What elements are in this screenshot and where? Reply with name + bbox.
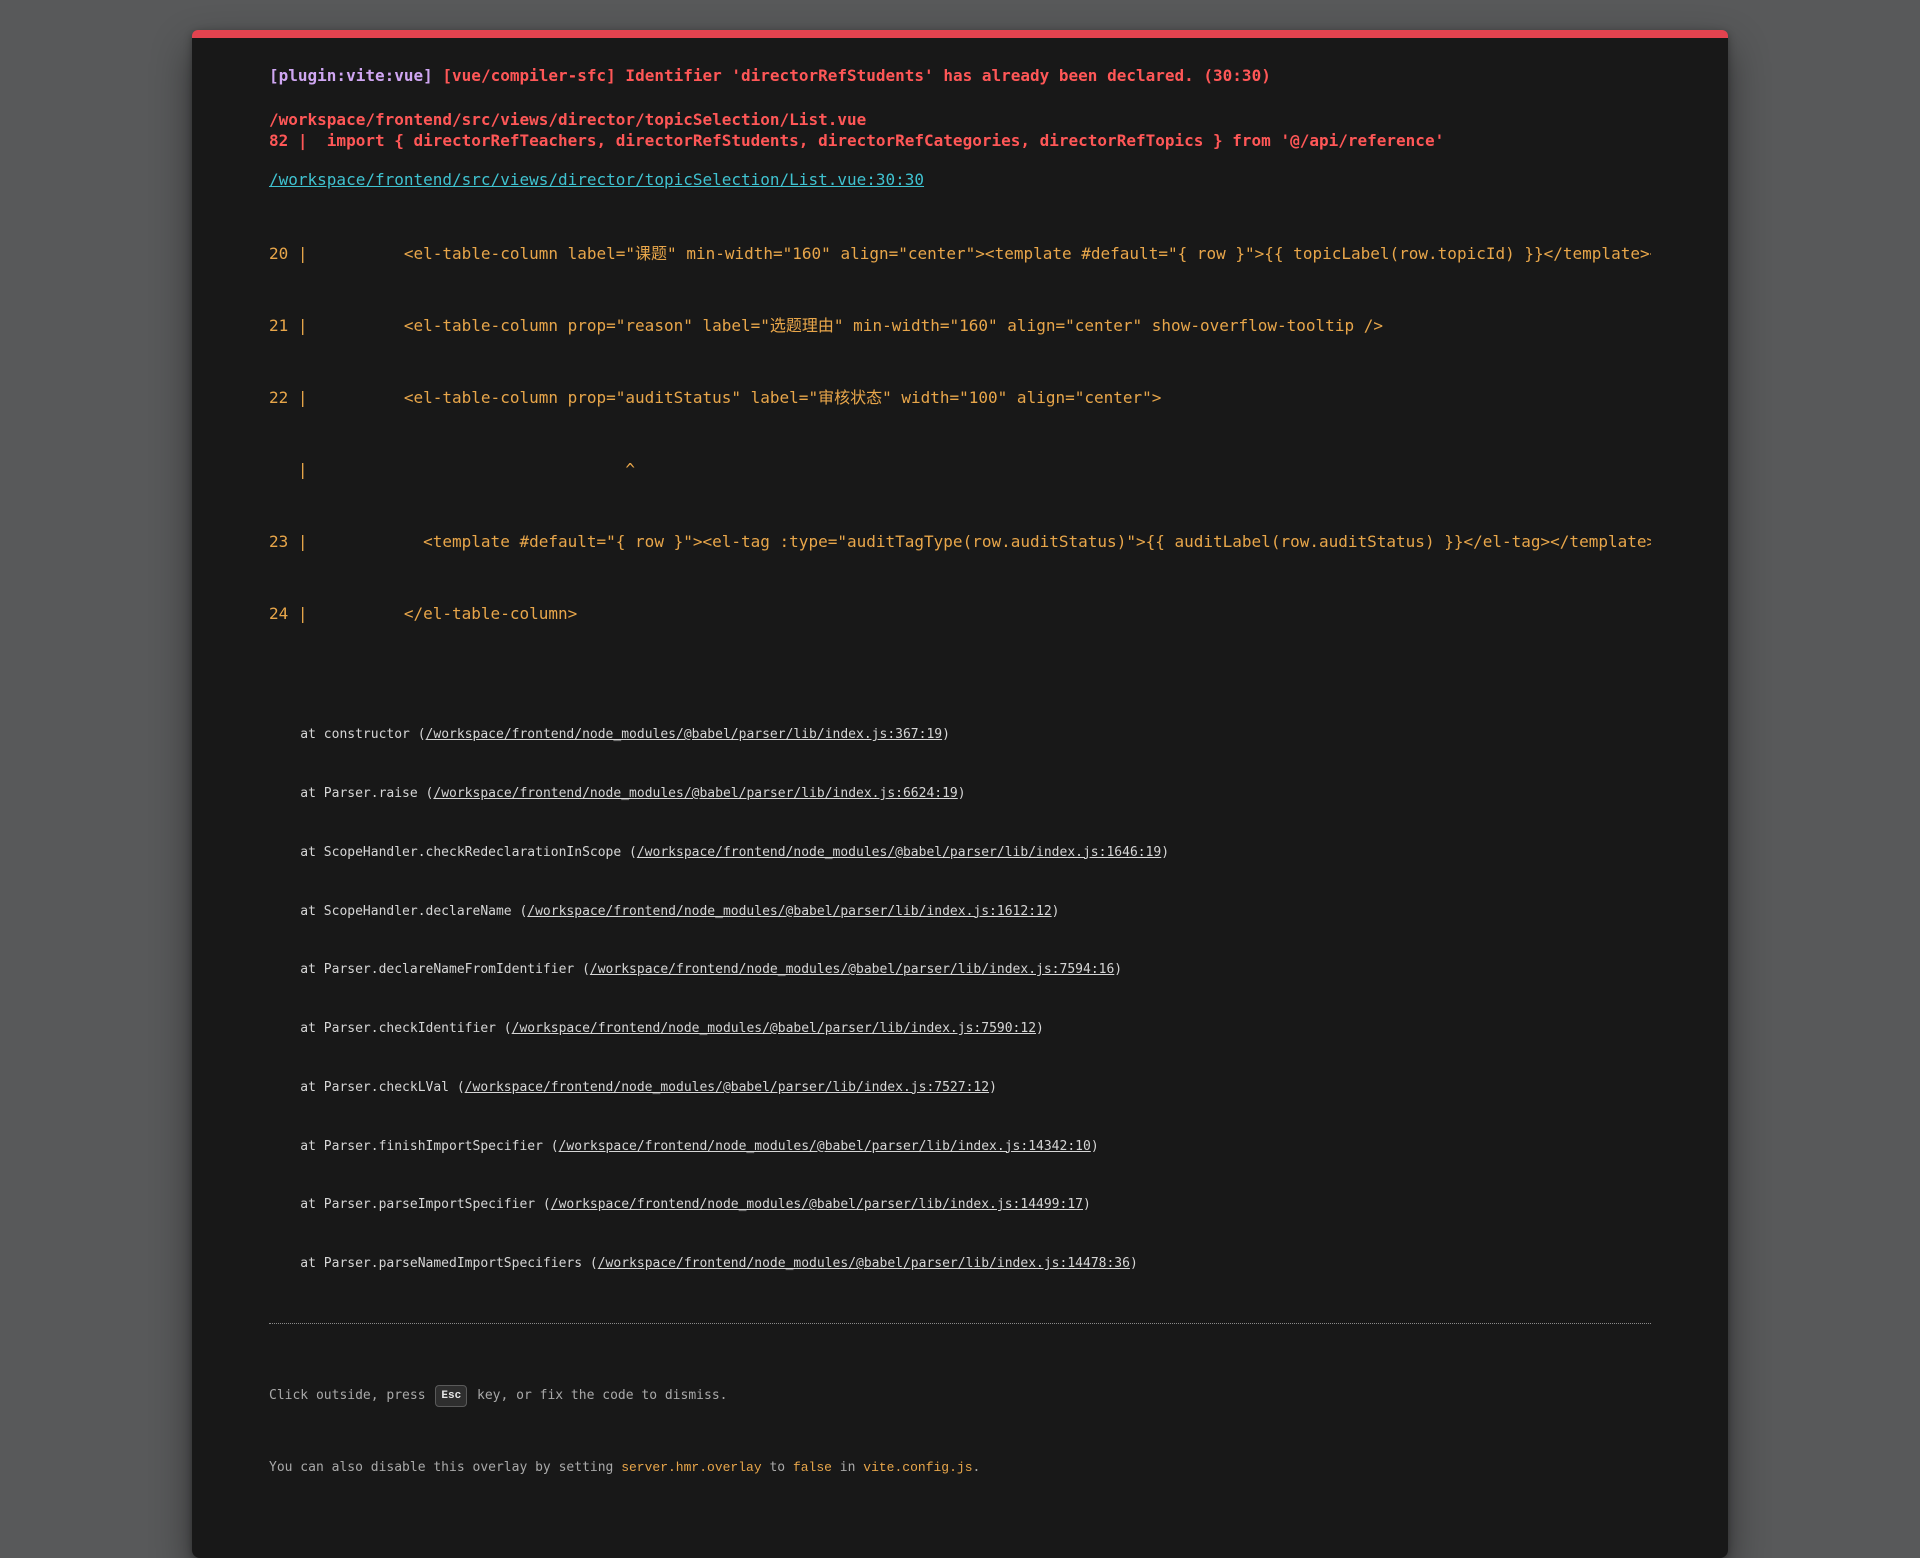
stack-frame: at Parser.declareNameFromIdentifier (/wo… — [269, 960, 1651, 980]
stack-frame-text: at Parser.checkIdentifier ( — [269, 1021, 512, 1037]
stack-frame-link[interactable]: /workspace/frontend/node_modules/@babel/… — [426, 727, 943, 742]
setting-code: server.hmr.overlay — [621, 1460, 762, 1475]
stack-frame-suffix: ) — [1036, 1021, 1044, 1037]
config-file-code: vite.config.js — [863, 1460, 973, 1475]
code-frame: 20 | <el-table-column label="课题" min-wid… — [269, 194, 1651, 674]
code-frame-caret: | ^ — [269, 460, 636, 479]
error-location-link[interactable]: /workspace/frontend/src/views/director/t… — [269, 170, 1651, 190]
stack-frame: at Parser.checkIdentifier (/workspace/fr… — [269, 1019, 1651, 1039]
stack-frame-text: at Parser.raise ( — [269, 785, 434, 801]
value-code: false — [792, 1460, 832, 1475]
stack-frame: at Parser.parseNamedImportSpecifiers (/w… — [269, 1254, 1651, 1274]
tip-text: Click outside, press — [269, 1388, 434, 1403]
stack-frame: at Parser.raise (/workspace/frontend/nod… — [269, 784, 1651, 804]
tip-text: . — [972, 1460, 981, 1475]
stack-frame-suffix: ) — [1161, 844, 1170, 860]
stack-frame-link[interactable]: /workspace/frontend/node_modules/@babel/… — [512, 1021, 1036, 1036]
divider — [269, 1323, 1651, 1324]
plugin-label: [plugin:vite:vue] — [269, 66, 433, 85]
stack-frame-text: at constructor ( — [269, 727, 426, 743]
disable-tip-line: You can also disable this overlay by set… — [269, 1456, 1651, 1480]
stack-frame-suffix: ) — [1082, 1197, 1091, 1213]
code-frame-line: 23 | <template #default="{ row }"><el-ta… — [269, 532, 1651, 551]
error-overlay: [plugin:vite:vue] [vue/compiler-sfc] Ide… — [192, 30, 1728, 1558]
stack-frame: at ScopeHandler.declareName (/workspace/… — [269, 902, 1651, 922]
stack-frame-text: at Parser.parseImportSpecifier ( — [269, 1197, 551, 1213]
stack-frame: at Parser.checkLVal (/workspace/frontend… — [269, 1078, 1651, 1098]
stack-frame-suffix: ) — [942, 727, 950, 743]
esc-key: Esc — [435, 1384, 468, 1407]
stack-frame-link[interactable]: /workspace/frontend/node_modules/@babel/… — [433, 786, 957, 801]
stack-frame-link[interactable]: /workspace/frontend/node_modules/@babel/… — [527, 904, 1051, 919]
error-message: [plugin:vite:vue] [vue/compiler-sfc] Ide… — [269, 66, 1651, 86]
dismiss-tip: Click outside, press Esc key, or fix the… — [269, 1336, 1651, 1528]
code-frame-line: 20 | <el-table-column label="课题" min-wid… — [269, 244, 1651, 263]
tip-text: to — [761, 1460, 793, 1475]
stack-frame-text: at Parser.parseNamedImportSpecifiers ( — [269, 1256, 598, 1272]
error-file-block: /workspace/frontend/src/views/director/t… — [269, 109, 1651, 151]
stack-frame-text: at ScopeHandler.checkRedeclarationInScop… — [269, 844, 637, 860]
stack-frame-link[interactable]: /workspace/frontend/node_modules/@babel/… — [551, 1197, 1083, 1212]
stack-frame-text: at Parser.checkLVal ( — [269, 1079, 465, 1095]
error-text: [vue/compiler-sfc] Identifier 'directorR… — [442, 66, 1271, 85]
tip-text: in — [831, 1460, 864, 1475]
stack-frame-link[interactable]: /workspace/frontend/node_modules/@babel/… — [590, 962, 1114, 977]
dismiss-tip-line: Click outside, press Esc key, or fix the… — [269, 1384, 1651, 1408]
stack-frame: at Parser.parseImportSpecifier (/workspa… — [269, 1195, 1651, 1215]
tip-text: key, or fix the code to dismiss. — [469, 1388, 728, 1403]
stack-frame-text: at ScopeHandler.declareName ( — [269, 903, 528, 919]
stack-frame: at constructor (/workspace/frontend/node… — [269, 725, 1651, 745]
code-frame-line: 21 | <el-table-column prop="reason" labe… — [269, 316, 1383, 335]
error-code-line: 82 | import { directorRefTeachers, direc… — [269, 131, 1445, 150]
tip-text: You can also disable this overlay by set… — [269, 1460, 622, 1475]
stack-frame: at ScopeHandler.checkRedeclarationInScop… — [269, 843, 1651, 863]
stack-frame-suffix: ) — [957, 785, 966, 801]
stack-frame-suffix: ) — [1114, 962, 1123, 978]
stack-frame-suffix: ) — [1051, 903, 1060, 919]
stack-frame-link[interactable]: /workspace/frontend/node_modules/@babel/… — [598, 1256, 1130, 1271]
stack-frame-link[interactable]: /workspace/frontend/node_modules/@babel/… — [637, 845, 1161, 860]
stack-frame-suffix: ) — [1129, 1256, 1138, 1272]
stack-frame-text: at Parser.declareNameFromIdentifier ( — [269, 962, 590, 978]
stack-frame-suffix: ) — [989, 1079, 997, 1095]
stack-frame-link[interactable]: /workspace/frontend/node_modules/@babel/… — [559, 1139, 1091, 1154]
error-file-path: /workspace/frontend/src/views/director/t… — [269, 110, 867, 129]
stack-trace: at constructor (/workspace/frontend/node… — [269, 686, 1651, 1313]
stack-frame-link[interactable]: /workspace/frontend/node_modules/@babel/… — [465, 1080, 989, 1095]
stack-frame-suffix: ) — [1090, 1138, 1099, 1154]
stack-frame: at Parser.finishImportSpecifier (/worksp… — [269, 1137, 1651, 1157]
code-frame-line: 24 | </el-table-column> — [269, 604, 578, 623]
stack-frame-text: at Parser.finishImportSpecifier ( — [269, 1138, 559, 1154]
code-frame-line: 22 | <el-table-column prop="auditStatus"… — [269, 388, 1162, 407]
